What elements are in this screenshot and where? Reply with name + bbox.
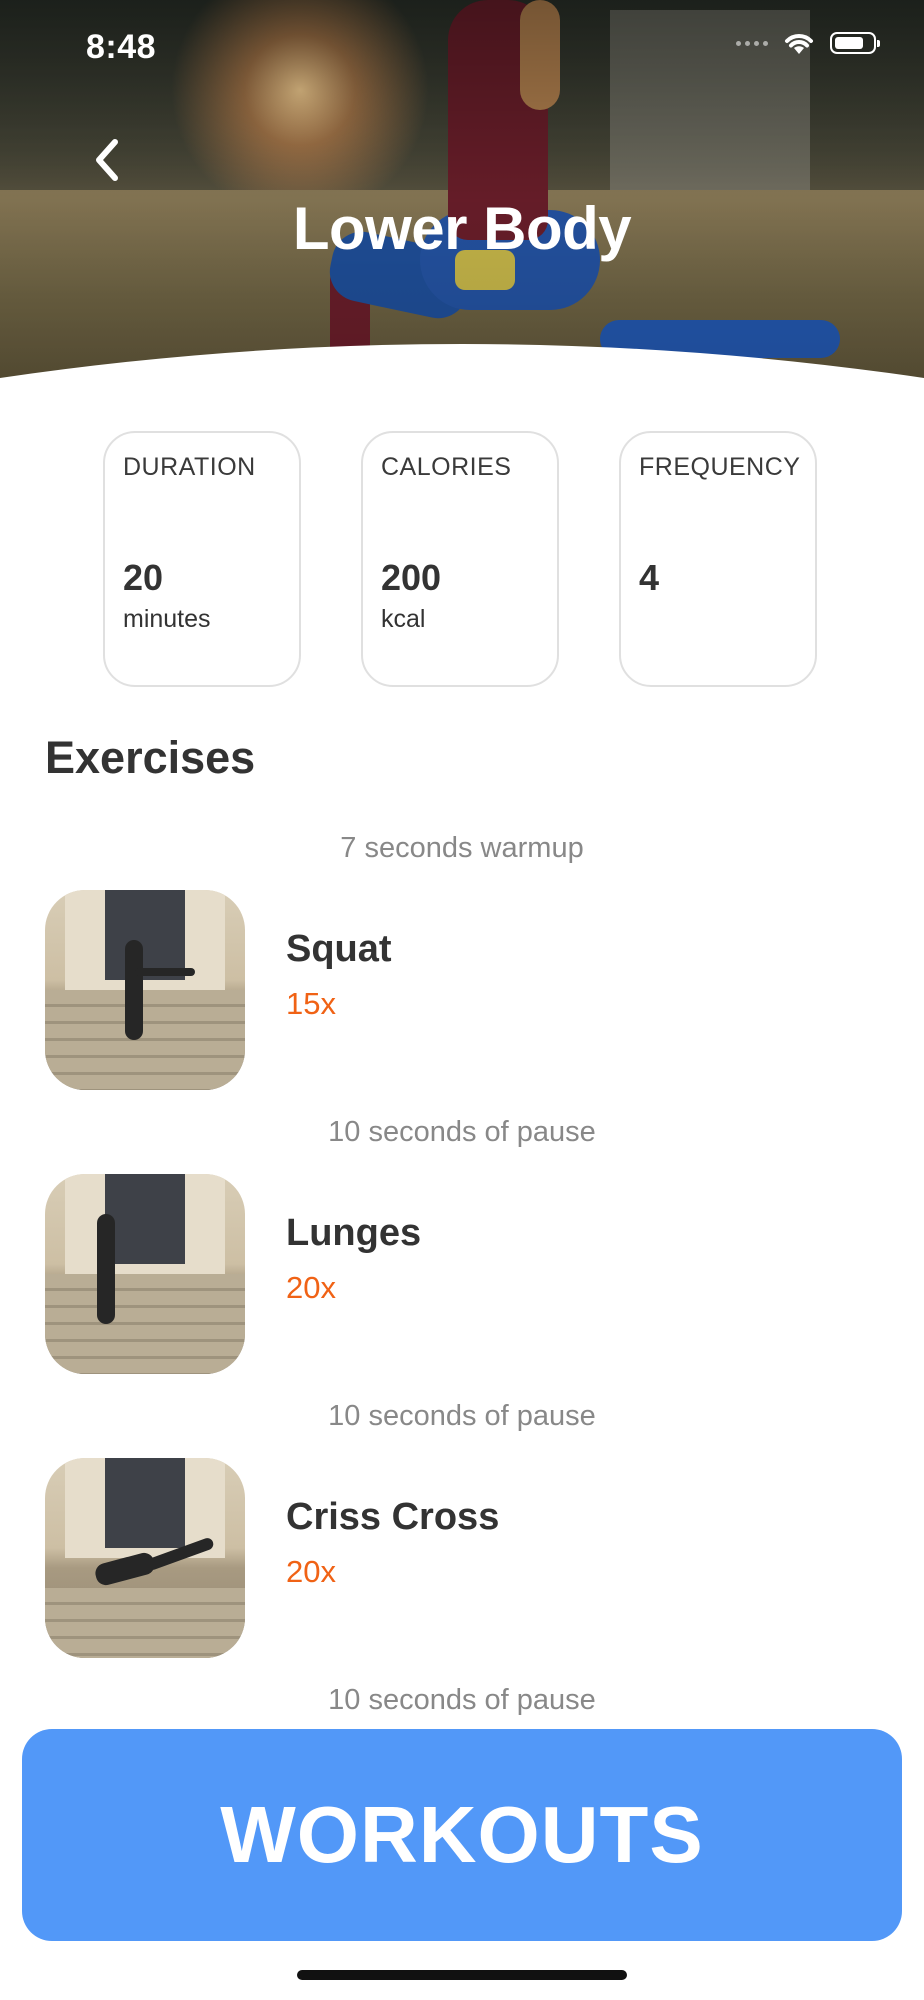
stat-unit: kcal xyxy=(381,605,426,633)
exercise-thumbnail xyxy=(45,1458,245,1658)
exercise-thumbnail xyxy=(45,890,245,1090)
stat-card-calories: CALORIES 200 kcal xyxy=(361,431,559,687)
exercise-thumbnail xyxy=(45,1174,245,1374)
stat-card-frequency: FREQUENCY 4 xyxy=(619,431,817,687)
battery-icon xyxy=(830,32,880,54)
stat-value: 200 xyxy=(381,557,442,598)
stat-label: FREQUENCY xyxy=(639,453,801,481)
hero-curve xyxy=(0,344,924,430)
status-icons xyxy=(736,30,880,56)
exercise-name: Squat xyxy=(286,928,392,970)
stat-card-duration: DURATION 20 minutes xyxy=(103,431,301,687)
exercise-name: Criss Cross xyxy=(286,1496,500,1538)
stat-label: CALORIES xyxy=(381,453,512,481)
stat-unit: minutes xyxy=(123,605,211,633)
stat-value: 4 xyxy=(639,557,660,598)
workouts-button-label: WORKOUTS xyxy=(220,1790,704,1879)
pause-note: 10 seconds of pause xyxy=(328,1116,596,1148)
exercise-name: Lunges xyxy=(286,1212,422,1254)
exercise-reps: 20x xyxy=(286,1554,336,1589)
stats-row: DURATION 20 minutes CALORIES 200 kcal FR… xyxy=(103,431,817,687)
warmup-note: 7 seconds warmup xyxy=(340,832,584,864)
signal-icon xyxy=(736,40,768,46)
exercise-item-squat[interactable]: Squat 15x xyxy=(45,890,885,1090)
exercise-reps: 20x xyxy=(286,1270,336,1305)
status-time: 8:48 xyxy=(86,28,157,66)
section-title-exercises: Exercises xyxy=(45,732,256,783)
stat-value: 20 xyxy=(123,557,164,598)
pause-note: 10 seconds of pause xyxy=(328,1684,596,1716)
back-button[interactable] xyxy=(82,130,132,190)
chevron-left-icon xyxy=(96,139,118,181)
stat-label: DURATION xyxy=(123,453,256,481)
home-indicator[interactable] xyxy=(297,1970,627,1980)
exercise-item-lunges[interactable]: Lunges 20x xyxy=(45,1174,885,1374)
pause-note: 10 seconds of pause xyxy=(328,1400,596,1432)
exercise-item-criss-cross[interactable]: Criss Cross 20x xyxy=(45,1458,885,1658)
workouts-button[interactable]: WORKOUTS xyxy=(22,1729,902,1941)
exercise-reps: 15x xyxy=(286,986,336,1021)
page-title: Lower Body xyxy=(292,195,632,262)
wifi-icon xyxy=(785,34,813,54)
